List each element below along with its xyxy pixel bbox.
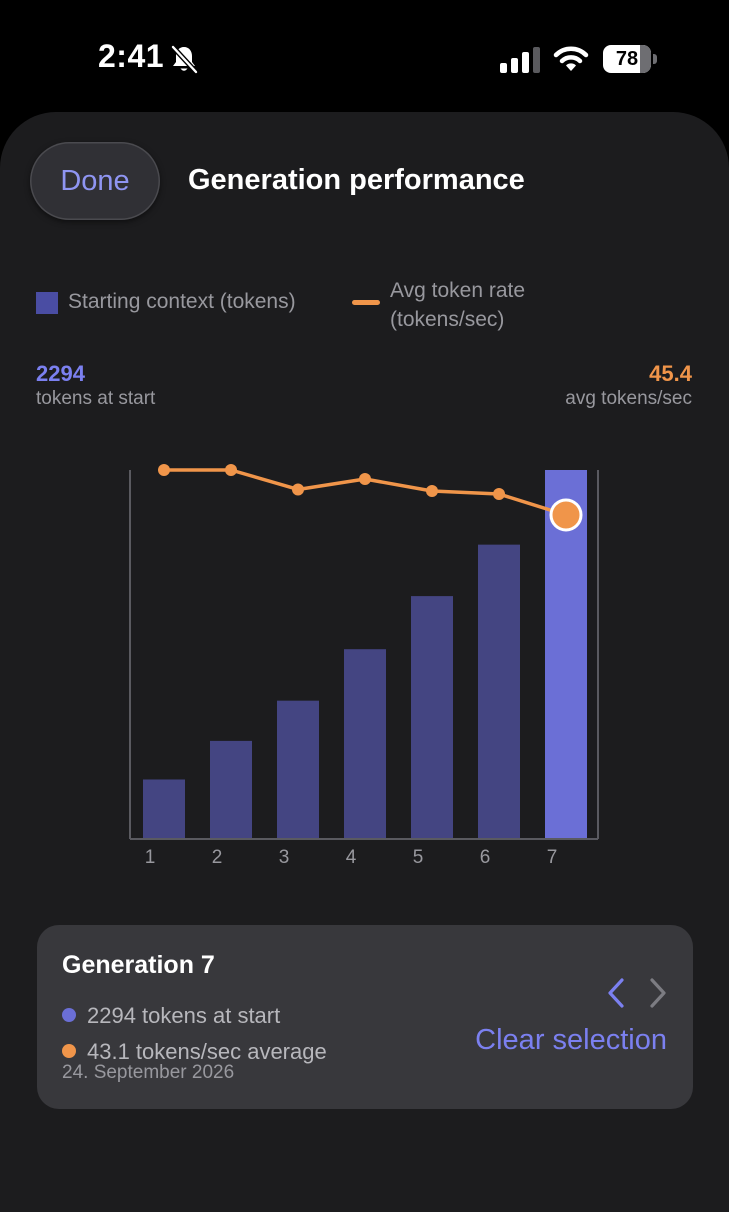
chart-bar[interactable] <box>277 700 319 839</box>
chart-selected-point[interactable] <box>549 498 583 532</box>
battery-cap <box>653 54 657 64</box>
wifi-icon <box>553 46 589 71</box>
page-title: Generation performance <box>188 164 525 196</box>
battery-body: 78 <box>603 45 651 73</box>
card-date: 24. September 2026 <box>62 1062 235 1083</box>
chart-bar[interactable] <box>210 740 252 839</box>
chart-x-tick-label: 3 <box>279 847 290 868</box>
chart-line-point[interactable] <box>359 472 371 485</box>
generation-chart[interactable]: 1 2 3 4 5 6 7 <box>0 440 729 880</box>
chart-bar[interactable] <box>344 649 386 839</box>
chart-x-tick-label: 2 <box>212 847 223 868</box>
clear-selection-button[interactable]: Clear selection <box>475 1024 667 1057</box>
avg-token-rate-caption: avg tokens/sec <box>565 388 692 409</box>
legend-label-token-rate: Avg token rate (tokens/sec) <box>390 279 526 331</box>
rate-dot-icon <box>62 1044 76 1058</box>
chart-line-point[interactable] <box>158 464 170 476</box>
chevron-left-icon[interactable] <box>603 977 629 1009</box>
chart-x-tick-label: 4 <box>346 847 357 868</box>
chart-bar[interactable] <box>143 779 185 839</box>
card-tokens-text: 2294 tokens at start <box>87 1003 281 1028</box>
chart-x-tick-label: 1 <box>145 847 156 868</box>
legend-swatch-starting-context <box>36 292 58 314</box>
done-button[interactable]: Done <box>30 142 160 220</box>
status-time: 2:41 <box>98 38 165 74</box>
legend-label-starting-context: Starting context (tokens) <box>68 290 296 313</box>
chart-bar[interactable] <box>478 544 520 839</box>
battery-percentage: 78 <box>615 48 639 70</box>
card-tokens-row: 2294 tokens at start <box>62 1003 280 1029</box>
card-rate-text: 43.1 tokens/sec average <box>87 1039 327 1064</box>
tokens-at-start-caption: tokens at start <box>36 388 156 409</box>
chart-line-point[interactable] <box>426 484 438 497</box>
battery-icon: 78 <box>603 45 657 73</box>
chart-x-tick-label: 5 <box>413 847 424 868</box>
chart-line-point[interactable] <box>225 464 237 476</box>
selection-detail-card: Generation 7 2294 tokens at start 43.1 t… <box>37 925 693 1109</box>
status-bar: 2:41 78 <box>0 0 729 110</box>
tokens-dot-icon <box>62 1008 76 1022</box>
chart-x-tick-label: 6 <box>480 847 491 868</box>
chart-line-point[interactable] <box>493 487 505 500</box>
card-title: Generation 7 <box>62 951 215 979</box>
chart-bar[interactable] <box>411 596 453 839</box>
bell-slash-icon <box>171 45 198 74</box>
tokens-at-start-value: 2294 <box>36 361 85 386</box>
chart-line-point[interactable] <box>292 483 304 496</box>
avg-token-rate-value: 45.4 <box>649 361 692 386</box>
chevron-right-icon[interactable] <box>645 977 671 1009</box>
legend-swatch-token-rate <box>352 300 380 305</box>
cellular-signal-icon <box>500 47 540 73</box>
chart-x-tick-label: 7 <box>547 847 558 868</box>
